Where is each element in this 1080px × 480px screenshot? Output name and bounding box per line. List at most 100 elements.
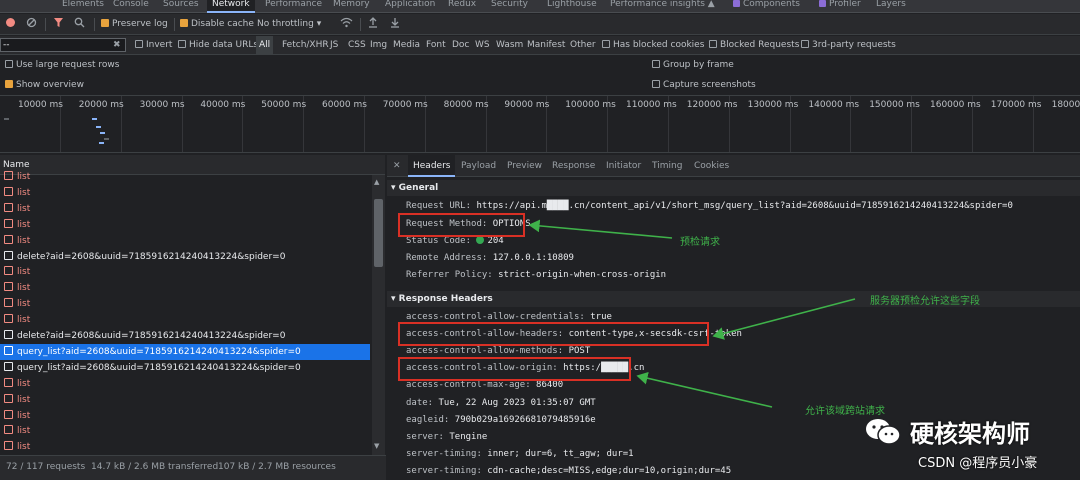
capture-screenshots-checkbox[interactable] <box>652 80 660 88</box>
clear-filter-icon[interactable]: ✖ <box>113 36 121 55</box>
filter-type-wasm[interactable]: Wasm <box>496 36 523 55</box>
request-row[interactable]: list <box>0 185 370 201</box>
preserve-log-checkbox[interactable] <box>101 19 109 27</box>
large-rows-checkbox[interactable] <box>5 60 13 68</box>
scroll-down-icon[interactable]: ▼ <box>374 442 379 450</box>
request-row[interactable]: query_list?aid=2608&uuid=718591621424041… <box>0 343 370 360</box>
request-name: list <box>17 426 31 437</box>
tab-payload[interactable]: Payload <box>461 155 496 177</box>
invert-toggle[interactable]: Invert <box>135 36 172 55</box>
tab-components[interactable]: Components <box>733 0 800 13</box>
throttling-select[interactable]: No throttling ▾ <box>257 14 321 35</box>
request-row[interactable]: list <box>0 280 370 296</box>
blocked-requests-checkbox[interactable] <box>709 40 717 48</box>
timeline-tick-label: 90000 ms <box>504 100 550 110</box>
third-party-checkbox[interactable] <box>801 40 809 48</box>
request-row[interactable]: list <box>0 169 370 185</box>
filter-type-img[interactable]: Img <box>370 36 387 55</box>
filter-type-doc[interactable]: Doc <box>452 36 469 55</box>
tab-console[interactable]: Console <box>113 0 149 13</box>
status-bar: 72 / 117 requests 14.7 kB / 2.6 MB trans… <box>0 455 386 480</box>
group-by-frame-checkbox[interactable] <box>652 60 660 68</box>
preserve-log-toggle[interactable]: Preserve log <box>101 14 168 35</box>
request-name: list <box>17 172 31 182</box>
filter-type-ws[interactable]: WS <box>475 36 490 55</box>
group-by-frame-option[interactable]: Group by frame <box>652 56 734 74</box>
third-party-label: 3rd-party requests <box>812 40 896 50</box>
timeline-tick-label: 140000 ms <box>808 100 860 110</box>
filter-icon[interactable] <box>53 14 64 35</box>
clear-icon[interactable] <box>26 14 37 35</box>
filter-type-fetch-xhr[interactable]: Fetch/XHR <box>282 36 329 55</box>
network-conditions-icon[interactable] <box>340 14 353 35</box>
tab-layers[interactable]: Layers <box>876 0 906 13</box>
filter-type-font[interactable]: Font <box>426 36 446 55</box>
tab-redux[interactable]: Redux <box>448 0 476 13</box>
tab-elements[interactable]: Elements <box>62 0 104 13</box>
tab-timing[interactable]: Timing <box>652 155 682 177</box>
timeline-tick-label: 170000 ms <box>990 100 1042 110</box>
transferred-size: 14.7 kB / 2.6 MB transferred <box>91 462 219 472</box>
filter-type-media[interactable]: Media <box>393 36 420 55</box>
document-icon <box>4 266 13 276</box>
invert-checkbox[interactable] <box>135 40 143 48</box>
capture-screenshots-label: Capture screenshots <box>663 80 756 90</box>
tab-headers[interactable]: Headers <box>408 155 456 177</box>
tab-initiator[interactable]: Initiator <box>606 155 641 177</box>
blocked-requests-toggle[interactable]: Blocked Requests <box>709 36 799 55</box>
timeline-overview[interactable]: 10000 ms 20000 ms 30000 ms 40000 ms 50000 ms… <box>0 95 1080 153</box>
tab-profiler[interactable]: Profiler <box>819 0 861 13</box>
request-row[interactable]: list <box>0 217 370 233</box>
request-row[interactable]: list <box>0 201 370 217</box>
import-har-icon[interactable] <box>368 14 378 35</box>
request-row[interactable]: list <box>0 296 370 312</box>
hide-data-urls-checkbox[interactable] <box>178 40 186 48</box>
request-row[interactable]: list <box>0 264 370 280</box>
search-icon[interactable] <box>74 14 85 35</box>
general-section-header[interactable]: ▾ General <box>387 180 1080 196</box>
request-row[interactable]: delete?aid=2608&uuid=7185916214240413224… <box>0 249 370 265</box>
scrollbar-thumb[interactable] <box>374 199 383 267</box>
request-row[interactable]: list <box>0 376 370 392</box>
close-icon[interactable]: ✕ <box>393 155 401 177</box>
request-row[interactable]: list <box>0 392 370 408</box>
request-row[interactable]: list <box>0 408 370 424</box>
hide-data-urls-toggle[interactable]: Hide data URLs <box>178 36 258 55</box>
request-row[interactable]: list <box>0 423 370 439</box>
has-blocked-cookies-toggle[interactable]: Has blocked cookies <box>602 36 704 55</box>
large-rows-option[interactable]: Use large request rows <box>5 56 119 74</box>
tab-network[interactable]: Network <box>207 0 255 13</box>
record-icon[interactable] <box>5 14 16 35</box>
scroll-up-icon[interactable]: ▲ <box>374 178 379 186</box>
disable-cache-checkbox[interactable] <box>180 19 188 27</box>
request-row[interactable]: list <box>0 233 370 249</box>
request-row[interactable]: list <box>0 439 370 455</box>
tab-sources[interactable]: Sources <box>163 0 199 13</box>
tab-security[interactable]: Security <box>491 0 528 13</box>
tab-memory[interactable]: Memory <box>333 0 370 13</box>
disable-cache-toggle[interactable]: Disable cache <box>180 14 254 35</box>
filter-type-css[interactable]: CSS <box>348 36 366 55</box>
tab-performance-insights[interactable]: Performance insights ▲ <box>610 0 715 13</box>
show-overview-option[interactable]: Show overview <box>5 76 84 94</box>
tab-response[interactable]: Response <box>552 155 595 177</box>
filter-type-all[interactable]: All <box>256 36 274 55</box>
has-blocked-cookies-checkbox[interactable] <box>602 40 610 48</box>
tab-lighthouse[interactable]: Lighthouse <box>547 0 597 13</box>
filter-type-other[interactable]: Other <box>570 36 596 55</box>
tab-cookies[interactable]: Cookies <box>694 155 729 177</box>
request-row[interactable]: list <box>0 312 370 328</box>
third-party-toggle[interactable]: 3rd-party requests <box>801 36 896 55</box>
request-row[interactable]: query_list?aid=2608&uuid=718591621424041… <box>0 360 370 376</box>
filter-input[interactable]: -- <box>0 38 126 52</box>
show-overview-checkbox[interactable] <box>5 80 13 88</box>
filter-type-manifest[interactable]: Manifest <box>527 36 565 55</box>
filter-type-js[interactable]: JS <box>330 36 338 55</box>
tab-performance[interactable]: Performance <box>265 0 322 13</box>
timeline-tick-label: 80000 ms <box>443 100 489 110</box>
tab-application[interactable]: Application <box>385 0 435 13</box>
capture-screenshots-option[interactable]: Capture screenshots <box>652 76 756 94</box>
request-row[interactable]: delete?aid=2608&uuid=7185916214240413224… <box>0 328 370 344</box>
tab-preview[interactable]: Preview <box>507 155 542 177</box>
export-har-icon[interactable] <box>390 14 400 35</box>
